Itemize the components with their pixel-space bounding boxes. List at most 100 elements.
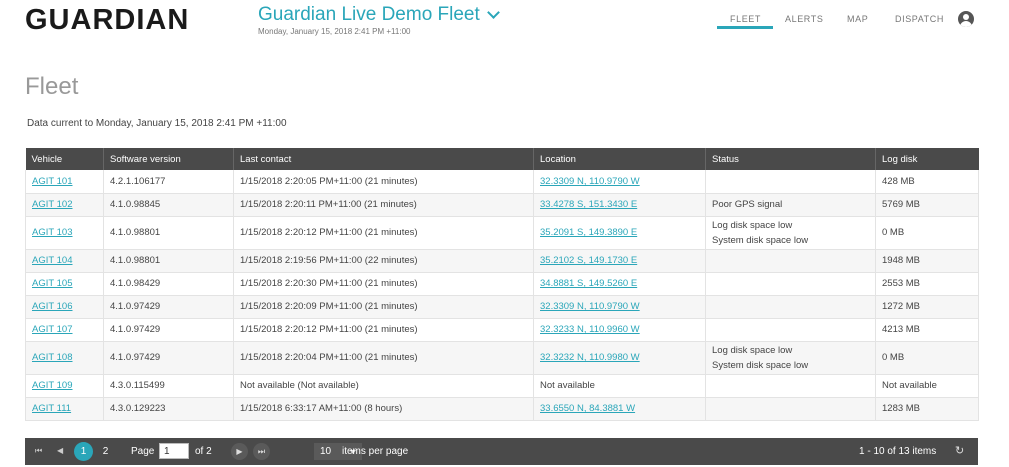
- page-2-button[interactable]: 2: [96, 442, 115, 461]
- vehicle-link[interactable]: AGIT 108: [32, 352, 73, 363]
- vehicle-link[interactable]: AGIT 109: [32, 380, 73, 391]
- cell-status: [705, 295, 876, 319]
- cell-log-disk: 1272 MB: [875, 295, 979, 319]
- vehicle-link[interactable]: AGIT 101: [32, 176, 73, 187]
- cell-vehicle: AGIT 105: [25, 272, 104, 296]
- vehicle-link[interactable]: AGIT 104: [32, 255, 73, 266]
- vehicle-link[interactable]: AGIT 102: [32, 199, 73, 210]
- log-disk-text: 0 MB: [882, 227, 905, 238]
- log-disk-text: 0 MB: [882, 352, 905, 363]
- cell-vehicle: AGIT 106: [25, 295, 104, 319]
- page-input[interactable]: [159, 443, 189, 459]
- location-link[interactable]: 32.3233 N, 110.9960 W: [540, 324, 640, 335]
- cell-log-disk: 428 MB: [875, 170, 979, 194]
- cell-location: 33.6550 N, 84.3881 W: [533, 397, 706, 421]
- last-contact-text: 1/15/2018 2:20:30 PM+11:00 (21 minutes): [240, 278, 418, 289]
- cell-software-version: 4.1.0.97429: [103, 341, 234, 375]
- cell-software-version: 4.2.1.106177: [103, 170, 234, 194]
- cell-location: 35.2102 S, 149.1730 E: [533, 249, 706, 273]
- table-row[interactable]: AGIT 109 4.3.0.115499 Not available (Not a…: [25, 374, 979, 398]
- user-account-icon[interactable]: [958, 11, 974, 27]
- vehicle-link[interactable]: AGIT 111: [32, 403, 71, 414]
- software-version-text: 4.1.0.97429: [110, 352, 161, 363]
- pager: ⏮ ◀ 1 2 Page of 2 ▶ ⏭ 10 items per page …: [25, 438, 978, 465]
- software-version-text: 4.1.0.98801: [110, 255, 161, 266]
- log-disk-text: 1283 MB: [882, 403, 921, 414]
- top-nav: FLEET ALERTS MAP DISPATCH: [0, 14, 1009, 44]
- cell-last-contact: 1/15/2018 2:20:05 PM+11:00 (21 minutes): [233, 170, 534, 194]
- location-link[interactable]: 32.3309 N, 110.9790 W: [540, 176, 640, 187]
- cell-last-contact: 1/15/2018 6:33:17 AM+11:00 (8 hours): [233, 397, 534, 421]
- table-row[interactable]: AGIT 101 4.2.1.106177 1/15/2018 2:20:05 PM…: [25, 170, 979, 194]
- location-link[interactable]: 33.6550 N, 84.3881 W: [540, 403, 635, 414]
- cell-location: 35.2091 S, 149.3890 E: [533, 216, 706, 250]
- vehicle-link[interactable]: AGIT 107: [32, 324, 73, 335]
- table-row[interactable]: AGIT 108 4.1.0.97429 1/15/2018 2:20:04 PM+…: [25, 341, 979, 375]
- cell-last-contact: 1/15/2018 2:19:56 PM+11:00 (22 minutes): [233, 249, 534, 273]
- table-row[interactable]: AGIT 111 4.3.0.129223 1/15/2018 6:33:17 AM…: [25, 397, 979, 421]
- location-link[interactable]: 32.3309 N, 110.9790 W: [540, 301, 640, 312]
- column-header-location[interactable]: Location: [533, 148, 706, 170]
- nav-map[interactable]: MAP: [847, 14, 868, 24]
- software-version-text: 4.1.0.98429: [110, 278, 161, 289]
- cell-location: 32.3232 N, 110.9980 W: [533, 341, 706, 375]
- cell-status: [705, 249, 876, 273]
- table-row[interactable]: AGIT 103 4.1.0.98801 1/15/2018 2:20:12 PM+…: [25, 216, 979, 250]
- cell-software-version: 4.1.0.98429: [103, 272, 234, 296]
- vehicle-link[interactable]: AGIT 105: [32, 278, 73, 289]
- column-header-status[interactable]: Status: [705, 148, 876, 170]
- cell-software-version: 4.1.0.98845: [103, 193, 234, 217]
- software-version-text: 4.1.0.97429: [110, 324, 161, 335]
- nav-alerts[interactable]: ALERTS: [785, 14, 823, 24]
- next-page-icon[interactable]: ▶: [231, 443, 248, 460]
- location-link[interactable]: 34.8881 S, 149.5260 E: [540, 278, 637, 289]
- location-link[interactable]: 33.4278 S, 151.3430 E: [540, 199, 637, 210]
- log-disk-text: 5769 MB: [882, 199, 921, 210]
- cell-last-contact: 1/15/2018 2:20:09 PM+11:00 (21 minutes): [233, 295, 534, 319]
- software-version-text: 4.3.0.129223: [110, 403, 166, 414]
- cell-location: 32.3309 N, 110.9790 W: [533, 170, 706, 194]
- cell-log-disk: 0 MB: [875, 216, 979, 250]
- cell-location: 34.8881 S, 149.5260 E: [533, 272, 706, 296]
- log-disk-text: Not available: [882, 380, 937, 391]
- data-current-text: Data current to Monday, January 15, 2018…: [27, 118, 287, 129]
- column-header-log-disk[interactable]: Log disk: [876, 148, 979, 170]
- table-row[interactable]: AGIT 105 4.1.0.98429 1/15/2018 2:20:30 PM+…: [25, 272, 979, 296]
- last-page-icon[interactable]: ⏭: [253, 443, 270, 460]
- fleet-table-body: AGIT 101 4.2.1.106177 1/15/2018 2:20:05 PM…: [25, 170, 979, 421]
- cell-log-disk: 1948 MB: [875, 249, 979, 273]
- column-header-last-contact[interactable]: Last contact: [233, 148, 534, 170]
- software-version-text: 4.1.0.98801: [110, 227, 161, 238]
- table-row[interactable]: AGIT 106 4.1.0.97429 1/15/2018 2:20:09 PM+…: [25, 295, 979, 319]
- log-disk-text: 1948 MB: [882, 255, 921, 266]
- page-1-button[interactable]: 1: [74, 442, 93, 461]
- location-link[interactable]: 35.2091 S, 149.3890 E: [540, 227, 637, 238]
- location-link[interactable]: 35.2102 S, 149.1730 E: [540, 255, 637, 266]
- refresh-icon[interactable]: ↻: [955, 444, 964, 457]
- table-row[interactable]: AGIT 102 4.1.0.98845 1/15/2018 2:20:11 PM+…: [25, 193, 979, 217]
- vehicle-link[interactable]: AGIT 106: [32, 301, 73, 312]
- first-page-icon[interactable]: ⏮: [35, 446, 42, 456]
- cell-software-version: 4.1.0.98801: [103, 249, 234, 273]
- cell-vehicle: AGIT 111: [25, 397, 104, 421]
- status-text: System disk space low: [712, 359, 809, 371]
- nav-fleet[interactable]: FLEET: [730, 14, 761, 24]
- table-row[interactable]: AGIT 104 4.1.0.98801 1/15/2018 2:19:56 PM+…: [25, 249, 979, 273]
- last-contact-text: 1/15/2018 6:33:17 AM+11:00 (8 hours): [240, 403, 403, 414]
- cell-vehicle: AGIT 107: [25, 318, 104, 342]
- log-disk-text: 4213 MB: [882, 324, 921, 335]
- location-text: Not available: [540, 380, 595, 391]
- cell-vehicle: AGIT 104: [25, 249, 104, 273]
- cell-status: [705, 318, 876, 342]
- log-disk-text: 2553 MB: [882, 278, 921, 289]
- nav-dispatch[interactable]: DISPATCH: [895, 14, 944, 24]
- table-row[interactable]: AGIT 107 4.1.0.97429 1/15/2018 2:20:12 PM+…: [25, 318, 979, 342]
- cell-log-disk: 4213 MB: [875, 318, 979, 342]
- column-header-software-version[interactable]: Software version: [103, 148, 234, 170]
- column-header-vehicle[interactable]: Vehicle: [25, 148, 104, 170]
- cell-location: 33.4278 S, 151.3430 E: [533, 193, 706, 217]
- cell-software-version: 4.1.0.97429: [103, 318, 234, 342]
- location-link[interactable]: 32.3232 N, 110.9980 W: [540, 352, 640, 363]
- vehicle-link[interactable]: AGIT 103: [32, 227, 73, 238]
- prev-page-icon[interactable]: ◀: [57, 446, 63, 455]
